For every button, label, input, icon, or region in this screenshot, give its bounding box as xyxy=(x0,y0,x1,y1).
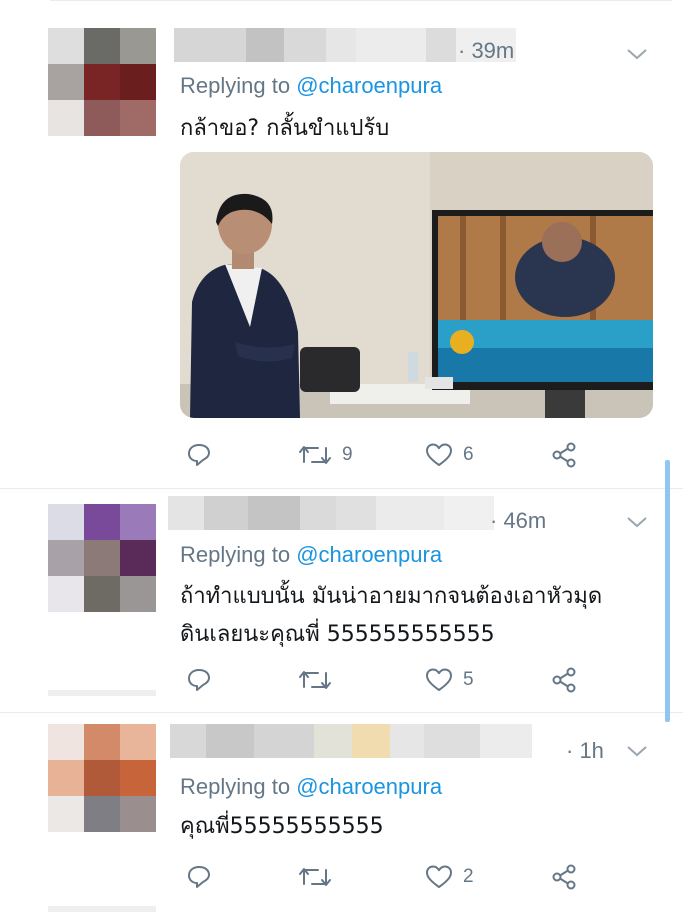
like-count: 2 xyxy=(463,866,474,887)
reply-handle-link[interactable]: @charoenpura xyxy=(296,73,442,98)
retweet-icon xyxy=(299,446,331,464)
share-button[interactable] xyxy=(550,440,578,470)
reply-icon xyxy=(188,444,210,466)
avatar-thread-strip xyxy=(48,690,156,696)
like-button[interactable]: 6 xyxy=(425,440,474,470)
username-blurred[interactable] xyxy=(168,496,494,530)
heart-icon xyxy=(426,668,452,691)
tweet-text: กล้าขอ? กลั้นขำแปร้บ xyxy=(180,110,389,148)
top-divider xyxy=(50,0,672,1)
retweet-button[interactable] xyxy=(298,862,342,892)
reply-icon xyxy=(188,866,210,888)
reply-handle-link[interactable]: @charoenpura xyxy=(296,542,442,567)
tweet-divider xyxy=(0,712,683,713)
timestamp[interactable]: · 39m xyxy=(458,38,514,64)
tweet-photo[interactable] xyxy=(180,152,653,418)
like-count: 5 xyxy=(463,669,474,690)
reply-button[interactable] xyxy=(186,862,212,892)
retweet-icon xyxy=(299,868,331,886)
tweet-text-line: ดินเลยนะคุณพี่ 555555555555 xyxy=(180,622,495,647)
avatar[interactable] xyxy=(48,504,156,612)
avatar[interactable] xyxy=(48,724,156,832)
replying-to: Replying to @charoenpura xyxy=(180,73,442,99)
timestamp[interactable]: · 46m xyxy=(490,508,546,534)
reply-button[interactable] xyxy=(186,665,212,695)
heart-icon xyxy=(426,443,452,466)
chevron-down-icon[interactable] xyxy=(626,47,648,61)
avatar-thread-strip xyxy=(48,906,156,912)
timestamp[interactable]: · 1h xyxy=(566,738,604,764)
chevron-down-icon[interactable] xyxy=(626,515,648,529)
share-button[interactable] xyxy=(550,665,578,695)
username-blurred[interactable] xyxy=(170,724,532,758)
tweet-text: คุณพี่55555555555 xyxy=(180,808,384,846)
tweet-divider xyxy=(0,488,683,489)
share-icon xyxy=(552,442,576,468)
retweet-button[interactable] xyxy=(298,665,342,695)
heart-icon xyxy=(426,865,452,888)
retweet-button[interactable]: 9 xyxy=(298,440,353,470)
photo-content xyxy=(180,152,653,418)
tweet-text: ถ้าทำแบบนั้น มันน่าอายมากจนต้องเอาหัวมุด… xyxy=(180,578,602,654)
scrollbar[interactable] xyxy=(665,460,670,722)
like-button[interactable]: 5 xyxy=(425,665,474,695)
reply-button[interactable] xyxy=(186,440,212,470)
reply-handle-link[interactable]: @charoenpura xyxy=(296,774,442,799)
reply-icon xyxy=(188,669,210,691)
like-count: 6 xyxy=(463,444,474,465)
share-button[interactable] xyxy=(550,862,578,892)
like-button[interactable]: 2 xyxy=(425,862,474,892)
tweet-text-line: คุณพี่55555555555 xyxy=(180,814,384,839)
tweet-text-line: กล้าขอ? กลั้นขำแปร้บ xyxy=(180,116,390,141)
chevron-down-icon[interactable] xyxy=(626,744,648,758)
share-icon xyxy=(552,667,576,693)
replying-label: Replying to xyxy=(180,774,297,799)
share-icon xyxy=(552,864,576,890)
replying-label: Replying to xyxy=(180,542,297,567)
replying-to: Replying to @charoenpura xyxy=(180,774,442,800)
tweet-text-line: ถ้าทำแบบนั้น มันน่าอายมากจนต้องเอาหัวมุด xyxy=(180,584,603,609)
avatar[interactable] xyxy=(48,28,156,136)
replying-label: Replying to xyxy=(180,73,297,98)
retweet-count: 9 xyxy=(342,444,353,465)
retweet-icon xyxy=(299,671,331,689)
replying-to: Replying to @charoenpura xyxy=(180,542,442,568)
